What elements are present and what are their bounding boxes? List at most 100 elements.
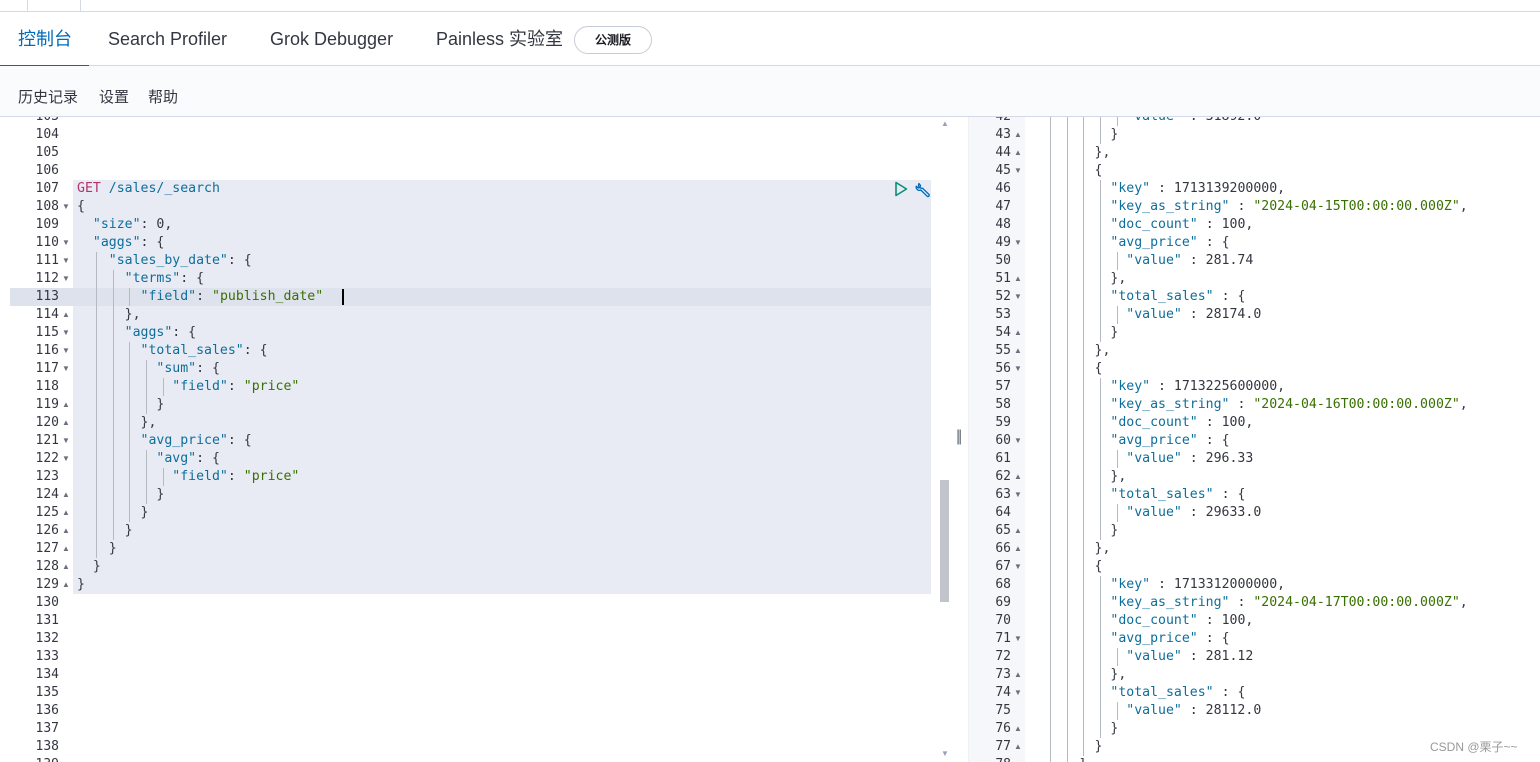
response-editor[interactable]: 42 "value" : 31892.043▲ }44▲ },45▼ {46 "… [968, 117, 1540, 762]
indent-guide [1100, 414, 1102, 432]
fold-close-icon[interactable]: ▲ [62, 540, 70, 558]
line-number: 105 [35, 145, 59, 160]
fold-open-icon[interactable]: ▼ [1014, 360, 1022, 378]
fold-close-icon[interactable]: ▲ [62, 558, 70, 576]
indent-guide [1049, 306, 1051, 324]
line-number: 117 [35, 361, 59, 376]
indent-guide [1083, 378, 1085, 396]
indent-guide [1066, 576, 1068, 594]
fold-open-icon[interactable]: ▼ [62, 198, 70, 216]
fold-close-icon[interactable]: ▲ [1014, 738, 1022, 756]
tab-search-profiler[interactable]: Search Profiler [108, 12, 227, 66]
fold-close-icon[interactable]: ▲ [62, 396, 70, 414]
code-line: } [77, 487, 165, 502]
indent-guide [1066, 198, 1068, 216]
fold-open-icon[interactable]: ▼ [62, 234, 70, 252]
indent-guide [1066, 180, 1068, 198]
indent-guide [1049, 216, 1051, 234]
fold-close-icon[interactable]: ▲ [1014, 522, 1022, 540]
fold-open-icon[interactable]: ▼ [62, 252, 70, 270]
fold-close-icon[interactable]: ▲ [1014, 270, 1022, 288]
fold-close-icon[interactable]: ▲ [1014, 468, 1022, 486]
request-editor[interactable]: 103104105106107GET /sales/_search108▼{10… [10, 117, 950, 762]
history-link[interactable]: 历史记录 [18, 86, 78, 107]
indent-guide [129, 396, 131, 414]
fold-open-icon[interactable]: ▼ [62, 432, 70, 450]
fold-open-icon[interactable]: ▼ [62, 270, 70, 288]
editor-scrollbar-thumb[interactable] [940, 480, 949, 602]
indent-guide [1083, 117, 1085, 126]
indent-guide [1049, 396, 1051, 414]
fold-close-icon[interactable]: ▲ [1014, 720, 1022, 738]
fold-close-icon[interactable]: ▲ [1014, 756, 1022, 762]
indent-guide [1049, 360, 1051, 378]
indent-guide [112, 486, 114, 504]
indent-guide [95, 360, 97, 378]
indent-guide [112, 522, 114, 540]
indent-guide [1083, 180, 1085, 198]
resize-handle-icon[interactable]: || [956, 428, 962, 446]
fold-close-icon[interactable]: ▲ [62, 504, 70, 522]
fold-open-icon[interactable]: ▼ [62, 342, 70, 360]
fold-open-icon[interactable]: ▼ [62, 324, 70, 342]
fold-open-icon[interactable]: ▼ [1014, 162, 1022, 180]
fold-close-icon[interactable]: ▲ [62, 306, 70, 324]
indent-guide [1049, 234, 1051, 252]
indent-guide [1049, 702, 1051, 720]
scroll-up-arrow-icon[interactable]: ▲ [941, 119, 949, 128]
indent-guide [1049, 486, 1051, 504]
line-number: 107 [35, 181, 59, 196]
fold-open-icon[interactable]: ▼ [62, 360, 70, 378]
fold-close-icon[interactable]: ▲ [1014, 126, 1022, 144]
fold-close-icon[interactable]: ▲ [62, 522, 70, 540]
indent-guide [129, 360, 131, 378]
indent-guide [1066, 126, 1068, 144]
console-menu: 历史记录 设置 帮助 [0, 66, 1540, 117]
indent-guide [1049, 666, 1051, 684]
indent-guide [1066, 432, 1068, 450]
scroll-down-arrow-icon[interactable]: ▼ [941, 749, 949, 758]
indent-guide [95, 414, 97, 432]
fold-open-icon[interactable]: ▼ [1014, 486, 1022, 504]
indent-guide [1049, 720, 1051, 738]
play-icon[interactable] [894, 181, 908, 202]
fold-close-icon[interactable]: ▲ [1014, 144, 1022, 162]
code-line: "key" : 1713312000000, [1110, 577, 1286, 592]
settings-link[interactable]: 设置 [99, 86, 129, 107]
line-number: 47 [995, 199, 1011, 214]
code-line: "total_sales" : { [1110, 487, 1246, 502]
code-line: "key_as_string" : "2024-04-17T00:00:00.0… [1110, 595, 1468, 610]
fold-open-icon[interactable]: ▼ [62, 450, 70, 468]
fold-open-icon[interactable]: ▼ [1014, 432, 1022, 450]
indent-guide [163, 468, 164, 486]
fold-open-icon[interactable]: ▼ [1014, 630, 1022, 648]
fold-open-icon[interactable]: ▼ [1014, 234, 1022, 252]
fold-close-icon[interactable]: ▲ [1014, 666, 1022, 684]
line-number: 110 [35, 235, 59, 250]
fold-open-icon[interactable]: ▼ [1014, 684, 1022, 702]
indent-guide [1066, 216, 1068, 234]
indent-guide [1083, 450, 1085, 468]
fold-close-icon[interactable]: ▲ [1014, 540, 1022, 558]
indent-guide [1066, 522, 1068, 540]
indent-guide [1100, 432, 1102, 450]
indent-guide [1100, 486, 1102, 504]
code-line: "value" : 281.12 [1126, 649, 1254, 664]
indent-guide [1100, 612, 1102, 630]
fold-close-icon[interactable]: ▲ [1014, 342, 1022, 360]
indent-guide [95, 324, 97, 342]
fold-open-icon[interactable]: ▼ [1014, 288, 1022, 306]
wrench-icon[interactable] [915, 181, 933, 204]
fold-close-icon[interactable]: ▲ [62, 486, 70, 504]
tab-painless-lab[interactable]: Painless 实验室 [436, 12, 563, 66]
fold-close-icon[interactable]: ▲ [62, 414, 70, 432]
code-line: } [77, 523, 133, 538]
fold-close-icon[interactable]: ▲ [1014, 324, 1022, 342]
indent-guide [1049, 432, 1051, 450]
help-link[interactable]: 帮助 [148, 86, 178, 107]
tab-console[interactable]: 控制台 [0, 12, 89, 67]
fold-close-icon[interactable]: ▲ [62, 576, 70, 594]
tab-grok-debugger[interactable]: Grok Debugger [270, 12, 393, 66]
code-line: }, [1031, 145, 1111, 160]
fold-open-icon[interactable]: ▼ [1014, 558, 1022, 576]
